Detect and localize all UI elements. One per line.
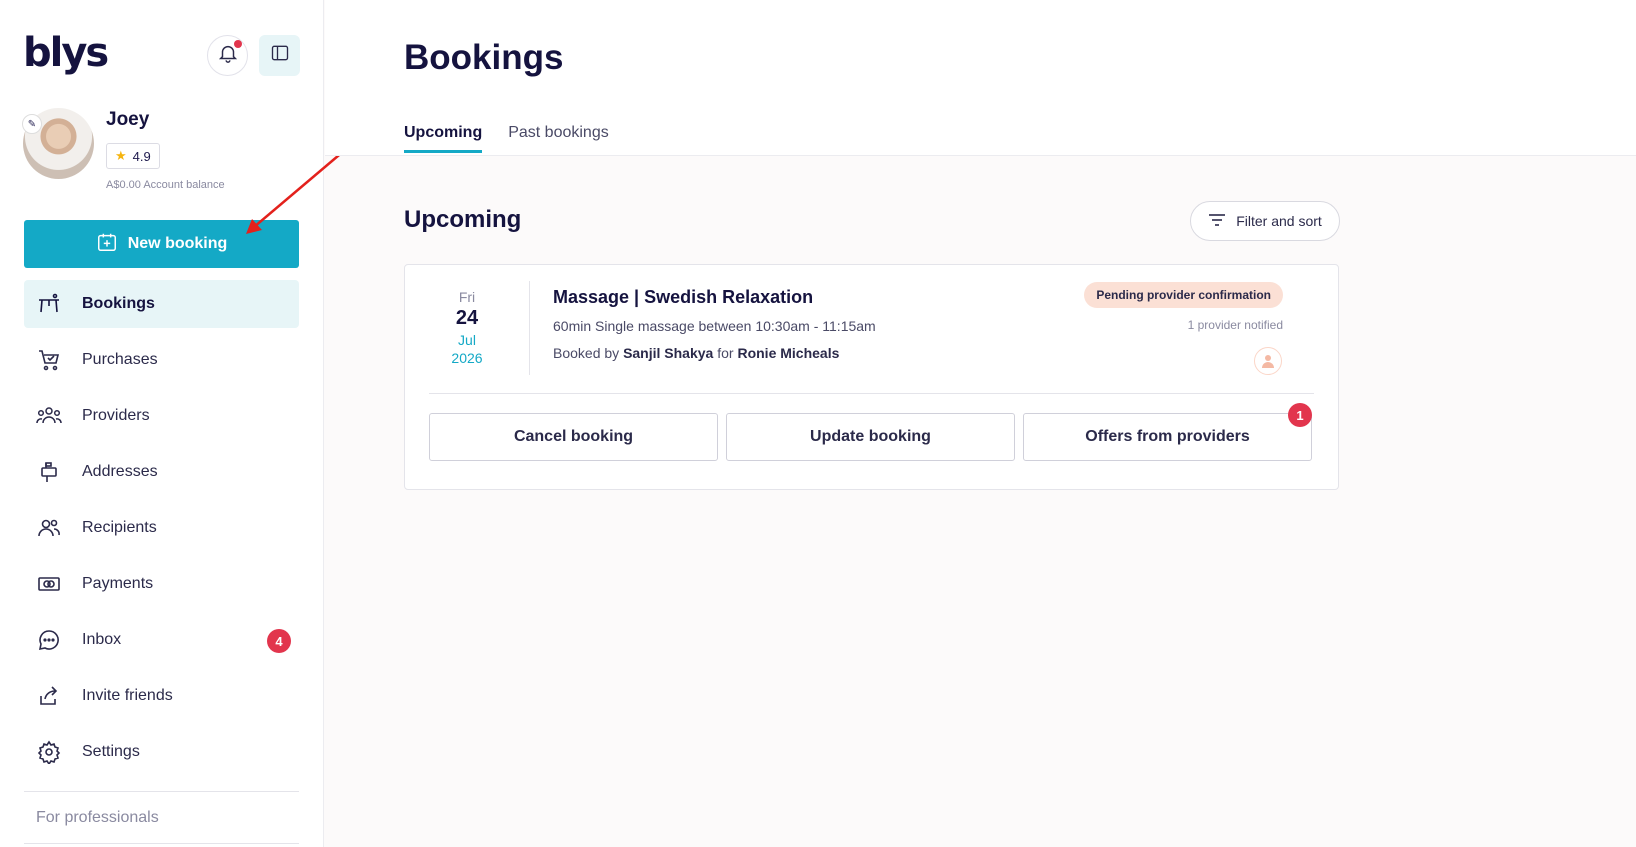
- money-icon: [36, 571, 62, 597]
- massage-table-icon: [36, 291, 62, 317]
- sidebar-nav: Bookings Purchases Providers Addresses R…: [24, 280, 299, 784]
- tab-upcoming[interactable]: Upcoming: [404, 124, 483, 153]
- users-icon: [36, 515, 62, 541]
- sidebar: blys ✎ Joey ★ 4.9 A$0.00 Account balance…: [0, 0, 324, 847]
- sidebar-divider: [24, 791, 299, 792]
- for-professionals-link[interactable]: For professionals: [36, 809, 159, 827]
- sidebar-item-invite-friends[interactable]: Invite friends: [24, 672, 299, 720]
- sidebar-item-label: Settings: [82, 743, 140, 760]
- offers-label: Offers from providers: [1085, 428, 1250, 445]
- booked-by: Booked by Sanjil Shakya for Ronie Michea…: [553, 345, 839, 361]
- cancel-booking-button[interactable]: Cancel booking: [429, 413, 718, 461]
- update-booking-button[interactable]: Update booking: [726, 413, 1015, 461]
- recipient-name: Ronie Micheals: [737, 345, 840, 361]
- cart-icon: [36, 347, 62, 373]
- booking-year: 2026: [451, 350, 483, 366]
- booking-date: Fri 24 Jul 2026: [405, 289, 529, 366]
- sidebar-item-bookings[interactable]: Bookings: [24, 280, 299, 328]
- booking-title[interactable]: Massage | Swedish Relaxation: [553, 287, 813, 308]
- status-badge: Pending provider confirmation: [1084, 282, 1283, 308]
- provider-placeholder-icon: [1254, 347, 1282, 375]
- filter-label: Filter and sort: [1236, 213, 1322, 229]
- booked-by-prefix: Booked by: [553, 345, 620, 361]
- people-group-icon: [36, 403, 62, 429]
- sidebar-item-label: Payments: [82, 575, 154, 592]
- sidebar-item-purchases[interactable]: Purchases: [24, 336, 299, 384]
- sidebar-item-providers[interactable]: Providers: [24, 392, 299, 440]
- section-title: Upcoming: [404, 206, 522, 233]
- mailbox-icon: [36, 459, 62, 485]
- chat-icon: [36, 627, 62, 653]
- sidebar-item-label: Providers: [82, 407, 150, 424]
- pencil-icon: ✎: [27, 118, 37, 130]
- annotation-arrow: [246, 149, 346, 234]
- balance-label: Account balance: [143, 179, 225, 191]
- booking-detail: 60min Single massage between 10:30am - 1…: [553, 318, 876, 334]
- blys-logo[interactable]: blys: [23, 30, 109, 76]
- new-booking-label: New booking: [127, 235, 228, 252]
- user-name: Joey: [106, 109, 150, 130]
- for-word: for: [717, 345, 734, 361]
- filter-icon: [1208, 213, 1226, 230]
- sidebar-item-addresses[interactable]: Addresses: [24, 448, 299, 496]
- notification-dot: [234, 40, 242, 48]
- booking-tabs: Upcoming Past bookings: [404, 124, 609, 153]
- booking-actions: Cancel booking Update booking Offers fro…: [429, 403, 1312, 461]
- offers-count-badge: 1: [1288, 403, 1312, 427]
- star-icon: ★: [115, 148, 127, 163]
- booking-date-number: 24: [455, 307, 479, 329]
- gear-icon: [36, 739, 62, 765]
- booking-day: Fri: [458, 289, 476, 305]
- sidebar-item-label: Inbox: [82, 631, 122, 648]
- collapse-sidebar-button[interactable]: [259, 35, 300, 76]
- page-title: Bookings: [404, 38, 564, 77]
- sidebar-item-label: Addresses: [82, 463, 158, 480]
- card-divider: [429, 393, 1314, 394]
- tab-past-bookings[interactable]: Past bookings: [508, 124, 609, 153]
- sidebar-toggle-icon: [270, 43, 290, 68]
- sidebar-item-label: Invite friends: [82, 687, 173, 704]
- rating-value: 4.9: [132, 148, 151, 164]
- sidebar-divider-bottom: [24, 843, 299, 844]
- sidebar-item-payments[interactable]: Payments: [24, 560, 299, 608]
- user-rating: ★ 4.9: [106, 143, 160, 169]
- sidebar-item-recipients[interactable]: Recipients: [24, 504, 299, 552]
- share-icon: [36, 683, 62, 709]
- offers-from-providers-button[interactable]: Offers from providers 1: [1023, 403, 1312, 461]
- booking-month: Jul: [458, 332, 476, 348]
- sidebar-item-label: Bookings: [82, 295, 155, 312]
- sidebar-item-inbox[interactable]: Inbox 4: [24, 616, 299, 664]
- inbox-unread-badge: 4: [267, 629, 291, 653]
- booking-card[interactable]: Fri 24 Jul 2026 Massage | Swedish Relaxa…: [404, 264, 1339, 490]
- date-separator: [529, 281, 530, 375]
- sidebar-item-label: Purchases: [82, 351, 158, 368]
- account-balance: A$0.00 Account balance: [106, 179, 225, 191]
- balance-amount: A$0.00: [106, 179, 141, 191]
- edit-avatar-button[interactable]: ✎: [22, 114, 42, 134]
- providers-notified: 1 provider notified: [1187, 318, 1283, 332]
- booker-name: Sanjil Shakya: [623, 345, 714, 361]
- filter-and-sort-button[interactable]: Filter and sort: [1190, 201, 1340, 241]
- sidebar-item-settings[interactable]: Settings: [24, 728, 299, 776]
- sidebar-item-label: Recipients: [82, 519, 157, 536]
- notifications-button[interactable]: [207, 35, 248, 76]
- calendar-plus-icon: [96, 231, 118, 258]
